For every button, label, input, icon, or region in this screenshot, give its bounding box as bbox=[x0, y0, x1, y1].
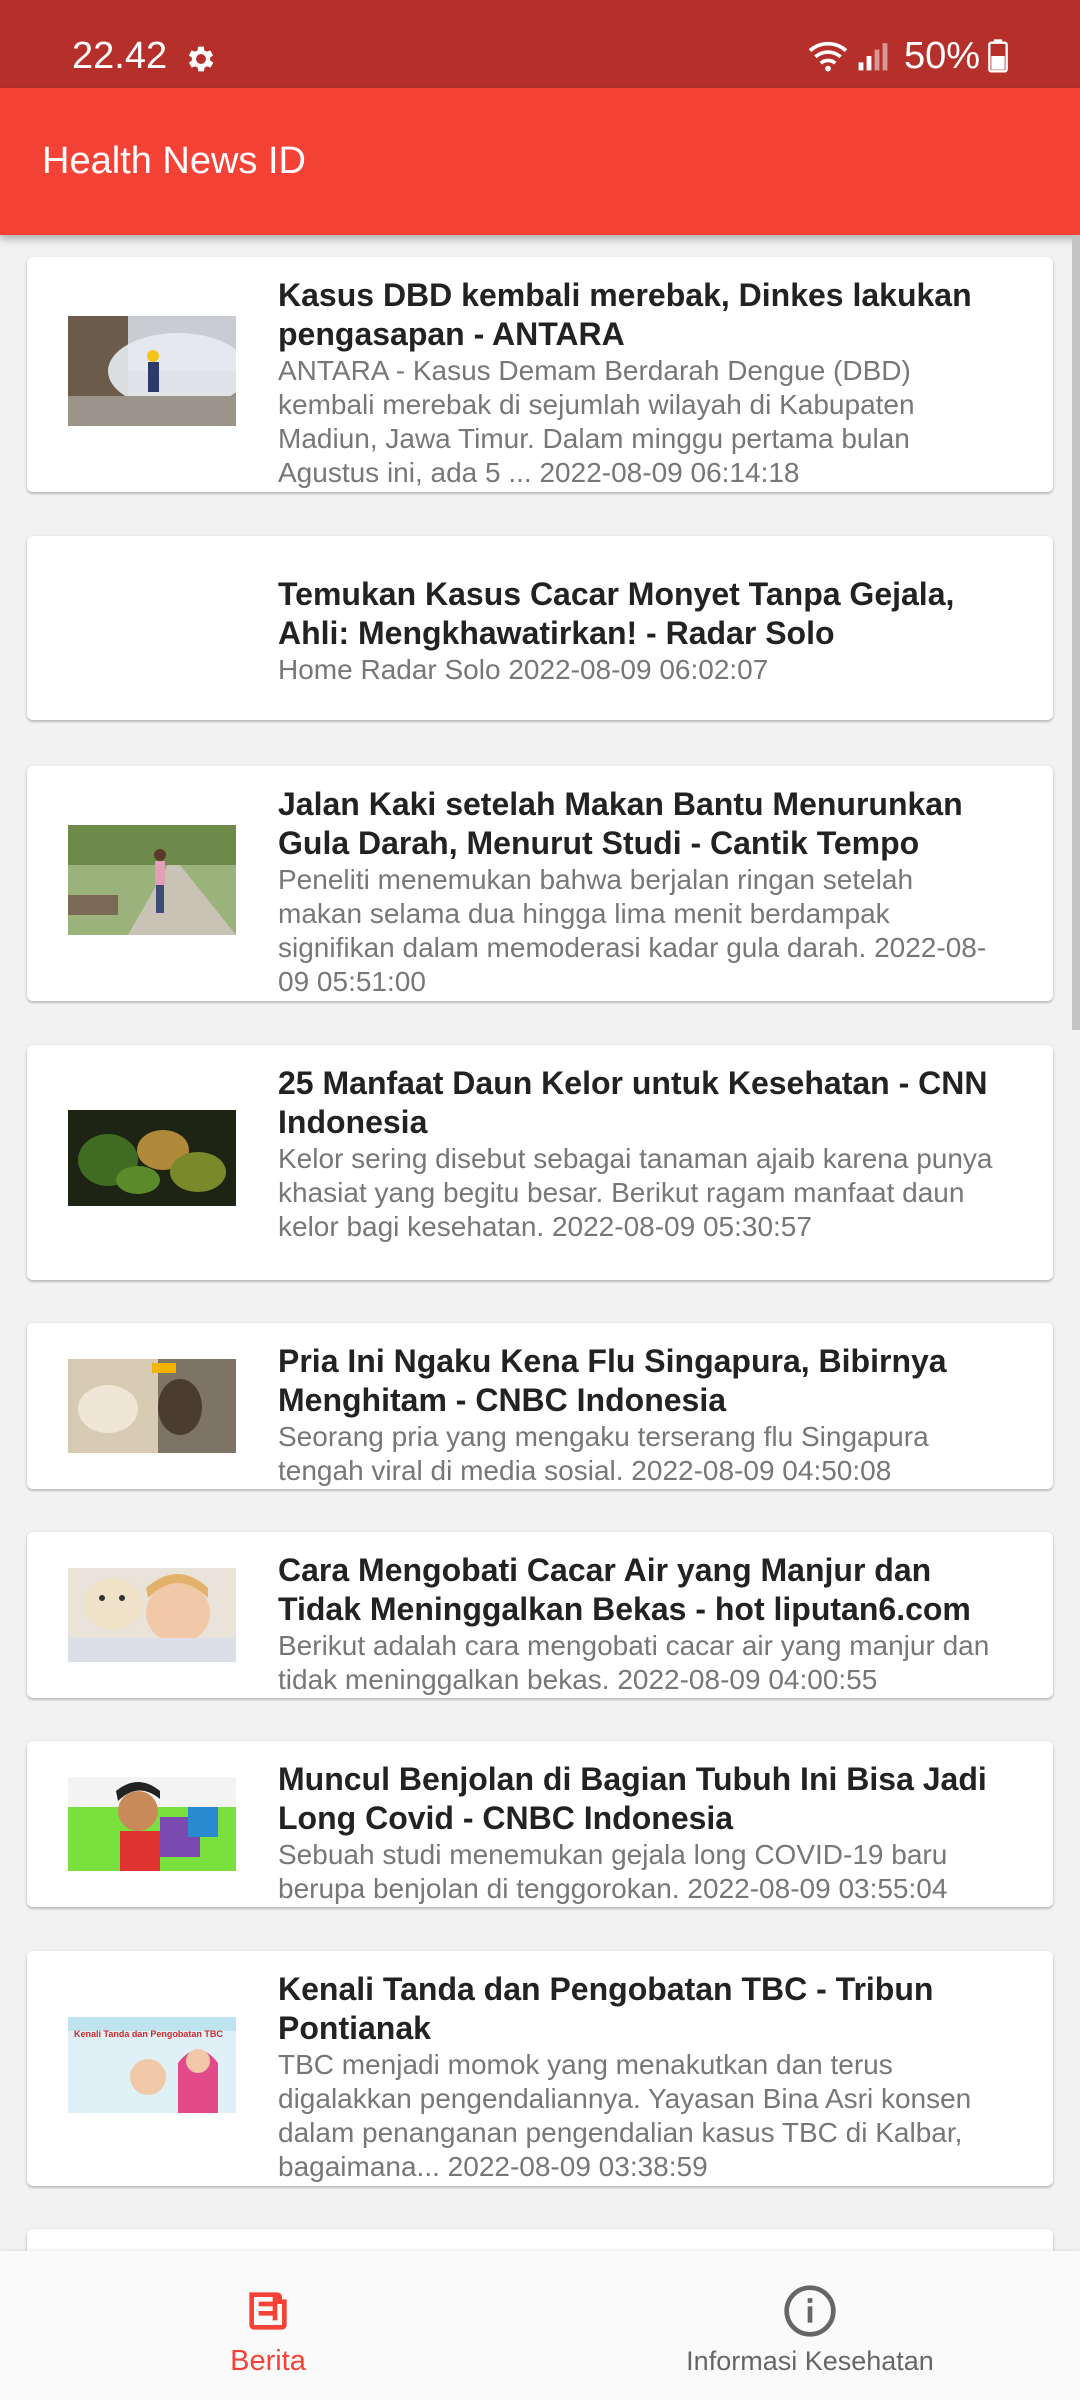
news-description: TBC menjadi momok yang menakutkan dan te… bbox=[278, 2049, 972, 2182]
app-bar: Health News ID bbox=[0, 88, 1080, 235]
news-description: Peneliti menemukan bahwa berjalan ringan… bbox=[278, 864, 987, 997]
nav-label-berita: Berita bbox=[230, 2345, 306, 2377]
wifi-icon bbox=[808, 41, 848, 72]
news-body: Kenali Tanda dan Pengobatan TBC - Tribun… bbox=[278, 1970, 1003, 2184]
status-time: 22.42 bbox=[72, 35, 168, 77]
news-card[interactable]: Muncul Benjolan di Bagian Tubuh Ini Bisa… bbox=[27, 1741, 1053, 1907]
news-thumbnail bbox=[68, 1359, 236, 1453]
news-description: ANTARA - Kasus Demam Berdarah Dengue (DB… bbox=[278, 355, 915, 488]
battery-percent: 50% bbox=[903, 35, 980, 77]
news-thumbnail bbox=[68, 316, 236, 426]
news-thumbnail bbox=[68, 1568, 236, 1662]
news-card[interactable] bbox=[27, 2229, 1053, 2251]
news-title: Jalan Kaki setelah Makan Bantu Menurunka… bbox=[278, 786, 963, 861]
news-title: 25 Manfaat Daun Kelor untuk Kesehatan - … bbox=[278, 1065, 988, 1140]
news-body: Pria Ini Ngaku Kena Flu Singapura, Bibir… bbox=[278, 1342, 1003, 1488]
news-body: 25 Manfaat Daun Kelor untuk Kesehatan - … bbox=[278, 1064, 1003, 1244]
news-description: Berikut adalah cara mengobati cacar air … bbox=[278, 1630, 990, 1695]
news-card[interactable]: Pria Ini Ngaku Kena Flu Singapura, Bibir… bbox=[27, 1323, 1053, 1489]
scrollbar-thumb[interactable] bbox=[1072, 235, 1080, 1030]
news-description: Sebuah studi menemukan gejala long COVID… bbox=[278, 1839, 948, 1904]
news-body: Temukan Kasus Cacar Monyet Tanpa Gejala,… bbox=[278, 575, 1003, 687]
bottom-nav: Berita Informasi Kesehatan bbox=[0, 2251, 1080, 2400]
news-title: Pria Ini Ngaku Kena Flu Singapura, Bibir… bbox=[278, 1343, 947, 1418]
news-card[interactable]: Kasus DBD kembali merebak, Dinkes lakuka… bbox=[27, 257, 1053, 492]
news-thumbnail bbox=[68, 1777, 236, 1871]
news-body: Jalan Kaki setelah Makan Bantu Menurunka… bbox=[278, 785, 1003, 999]
signal-icon bbox=[858, 43, 888, 71]
news-title: Muncul Benjolan di Bagian Tubuh Ini Bisa… bbox=[278, 1761, 987, 1836]
nav-label-informasi-kesehatan: Informasi Kesehatan bbox=[686, 2346, 934, 2376]
news-thumbnail bbox=[68, 825, 236, 935]
gear-icon bbox=[188, 46, 214, 72]
news-body: Cara Mengobati Cacar Air yang Manjur dan… bbox=[278, 1551, 1003, 1697]
news-description: Kelor sering disebut sebagai tanaman aja… bbox=[278, 1143, 993, 1242]
news-title: Cara Mengobati Cacar Air yang Manjur dan… bbox=[278, 1552, 971, 1627]
news-list[interactable]: Kasus DBD kembali merebak, Dinkes lakuka… bbox=[0, 235, 1080, 2251]
news-card[interactable]: Kenali Tanda dan Pengobatan TBC Kenali T… bbox=[27, 1951, 1053, 2186]
battery-icon bbox=[988, 39, 1008, 73]
info-icon bbox=[784, 2285, 836, 2337]
nav-tab-informasi-kesehatan[interactable]: Informasi Kesehatan bbox=[660, 2251, 960, 2400]
news-body: Muncul Benjolan di Bagian Tubuh Ini Bisa… bbox=[278, 1760, 1003, 1906]
news-title: Temukan Kasus Cacar Monyet Tanpa Gejala,… bbox=[278, 576, 955, 651]
news-thumbnail: Kenali Tanda dan Pengobatan TBC bbox=[68, 2017, 236, 2113]
news-card[interactable]: Temukan Kasus Cacar Monyet Tanpa Gejala,… bbox=[27, 536, 1053, 720]
news-card[interactable]: 25 Manfaat Daun Kelor untuk Kesehatan - … bbox=[27, 1045, 1053, 1280]
news-description: Home Radar Solo 2022-08-09 06:02:07 bbox=[278, 654, 769, 685]
news-title: Kasus DBD kembali merebak, Dinkes lakuka… bbox=[278, 277, 972, 352]
news-description: Seorang pria yang mengaku terserang flu … bbox=[278, 1421, 929, 1486]
news-body: Kasus DBD kembali merebak, Dinkes lakuka… bbox=[278, 276, 1003, 490]
thumbnail-caption: Kenali Tanda dan Pengobatan TBC bbox=[74, 2029, 223, 2039]
news-card[interactable]: Jalan Kaki setelah Makan Bantu Menurunka… bbox=[27, 766, 1053, 1001]
news-title: Kenali Tanda dan Pengobatan TBC - Tribun… bbox=[278, 1971, 934, 2046]
news-card[interactable]: Cara Mengobati Cacar Air yang Manjur dan… bbox=[27, 1532, 1053, 1698]
newspaper-icon bbox=[249, 2292, 287, 2330]
app-title: Health News ID bbox=[42, 140, 306, 182]
status-bar: 22.42 50% bbox=[0, 0, 1080, 88]
nav-tab-berita[interactable]: Berita bbox=[168, 2251, 368, 2400]
news-thumbnail bbox=[68, 1110, 236, 1206]
